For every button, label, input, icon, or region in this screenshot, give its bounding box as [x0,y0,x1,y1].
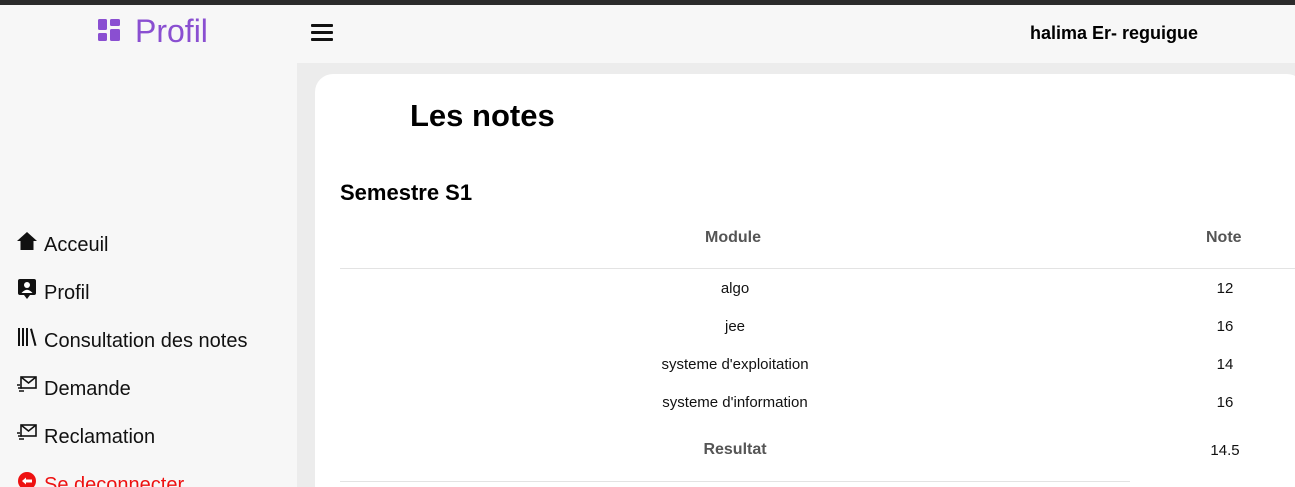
home-icon [16,230,38,252]
semester-heading: Semestre S1 [340,180,473,205]
column-header-note: Note [1206,229,1242,246]
result-divider [340,481,1130,482]
sidebar-item-logout[interactable]: Se deconnecter [16,461,247,487]
result-label: Resultat [703,441,767,458]
result-value: 14.5 [1210,442,1240,459]
brand-title: Profil [135,13,208,49]
table-cell-note: 12 [1216,280,1234,297]
table-cell-note: 16 [1216,394,1234,411]
table-cell-module: jee [724,318,746,335]
sidebar-item-label: Se deconnecter [44,473,185,487]
profile-badge-icon [16,278,38,300]
sidebar-nav: Acceuil Profil Consultation des notes De… [16,221,247,487]
brand-link[interactable]: Profil [98,13,208,50]
header-divider [340,268,1295,269]
top-header: halima Er- reguigue [297,5,1295,63]
sidebar-item-demande[interactable]: Demande [16,365,247,413]
column-header-module: Module [705,229,761,246]
sidebar-item-label: Consultation des notes [44,329,248,352]
sidebar-item-label: Profil [44,281,90,304]
sidebar: Profil Acceuil Profil Consultation des n… [0,5,297,487]
sidebar-item-profil[interactable]: Profil [16,269,247,317]
sidebar-item-reclamation[interactable]: Reclamation [16,413,247,461]
logout-circle-icon [16,470,38,487]
table-cell-module: systeme d'information [662,394,808,411]
sidebar-item-label: Reclamation [44,425,156,448]
table-cell-note: 16 [1216,318,1234,335]
sidebar-item-consultation-notes[interactable]: Consultation des notes [16,317,247,365]
sidebar-item-label: Demande [44,377,131,400]
page-title: Les notes [410,98,555,133]
table-cell-note: 14 [1216,356,1234,373]
table-cell-module: systeme d'exploitation [661,356,809,373]
books-icon [16,326,38,348]
mail-send-icon [16,422,38,444]
dashboard-grid-icon [98,18,120,41]
sidebar-item-acceuil[interactable]: Acceuil [16,221,247,269]
table-cell-module: algo [720,280,750,297]
user-name[interactable]: halima Er- reguigue [1030,23,1198,44]
hamburger-icon[interactable] [311,24,333,42]
sidebar-item-label: Acceuil [44,233,109,256]
mail-send-icon [16,374,38,396]
